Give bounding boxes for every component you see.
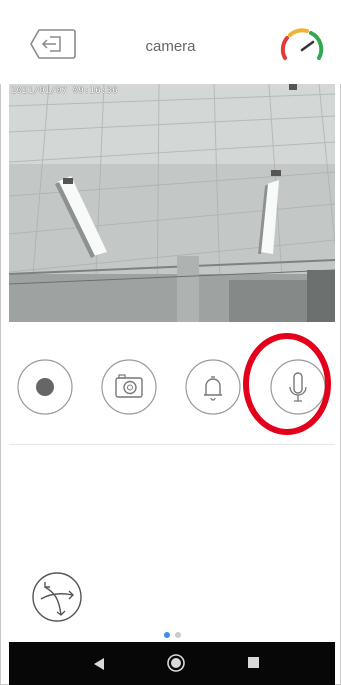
android-navigation-bar: [9, 642, 335, 685]
camera-feed[interactable]: 2021/01/07 09:16:36: [9, 84, 335, 322]
ptz-direction-icon: [32, 572, 82, 622]
control-bar: [0, 322, 341, 442]
record-button[interactable]: [16, 358, 74, 416]
ptz-button[interactable]: [25, 569, 89, 625]
highlight-ring: [243, 333, 331, 435]
bell-icon: [185, 359, 241, 415]
snapshot-button[interactable]: [100, 358, 158, 416]
record-dot-icon: [17, 359, 73, 415]
camera-view-image: [9, 84, 335, 322]
page-dot-inactive: [175, 632, 181, 638]
page-dot-active: [164, 632, 170, 638]
alarm-button[interactable]: [184, 358, 242, 416]
home-circle-icon[interactable]: [166, 653, 186, 673]
section-divider: [9, 444, 335, 445]
video-timestamp: 2021/01/07 09:16:36: [11, 86, 118, 96]
camera-icon: [101, 359, 157, 415]
top-bar: camera: [0, 0, 341, 84]
speed-gauge-button[interactable]: [277, 24, 325, 68]
recents-square-icon[interactable]: [248, 657, 259, 668]
back-triangle-icon[interactable]: [93, 658, 105, 670]
speed-gauge-icon: [280, 28, 324, 60]
page-indicator: [0, 632, 341, 640]
